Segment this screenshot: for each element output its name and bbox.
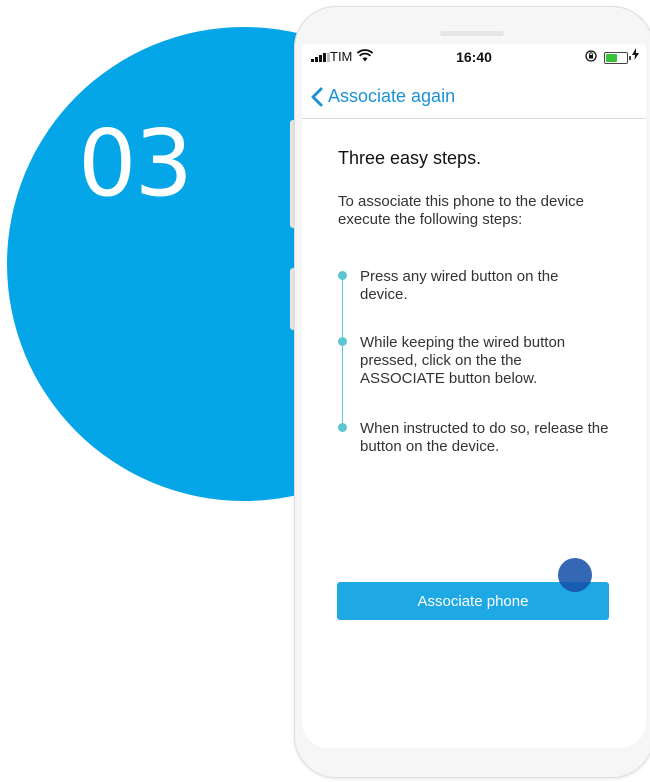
status-bar: TIM 16:40 xyxy=(302,44,646,70)
navigation-bar: Associate again xyxy=(302,72,646,119)
step-bullet xyxy=(338,271,347,280)
charging-icon xyxy=(632,48,639,63)
step-text: While keeping the wired button pressed, … xyxy=(360,334,566,387)
phone-frame: TIM 16:40 Associate again Three easy ste… xyxy=(294,6,650,778)
phone-speaker xyxy=(440,31,504,36)
step-text: Press any wired button on the device. xyxy=(360,268,559,303)
steps-timeline-line xyxy=(342,272,343,429)
orientation-lock-icon xyxy=(585,50,597,62)
intro-text: To associate this phone to the device ex… xyxy=(338,193,584,228)
step-text: When instructed to do so, release the bu… xyxy=(360,420,609,455)
back-button[interactable]: Associate again xyxy=(310,86,455,107)
phone-screen: TIM 16:40 Associate again Three easy ste… xyxy=(302,44,646,748)
battery-icon xyxy=(604,52,631,64)
back-button-label: Associate again xyxy=(328,86,456,106)
instructions: Three easy steps. To associate this phon… xyxy=(338,148,628,229)
touch-indicator xyxy=(558,558,592,592)
page-title: Three easy steps. xyxy=(338,148,482,168)
step-bullet xyxy=(338,423,347,432)
chevron-left-icon xyxy=(310,87,324,107)
step-number: 03 xyxy=(78,110,193,217)
step-bullet xyxy=(338,337,347,346)
